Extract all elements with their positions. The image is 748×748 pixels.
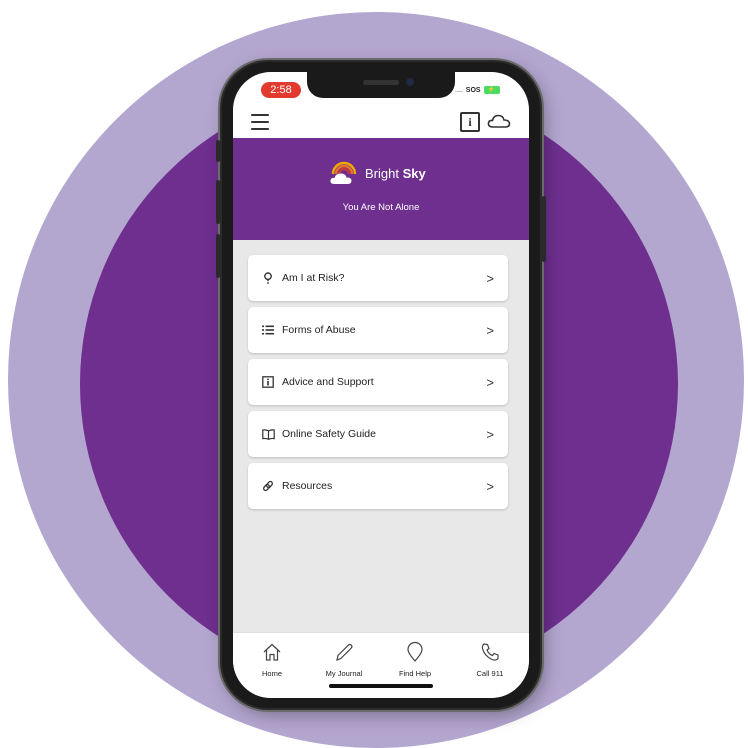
volume-down-button (216, 234, 220, 278)
menu-item-label: Resources (282, 480, 333, 492)
nav-label: Find Help (398, 669, 432, 678)
list-icon (261, 323, 275, 337)
menu-item-advice-and-support[interactable]: Advice and Support > (248, 359, 508, 405)
pencil-icon (309, 641, 379, 665)
brand-logo: Bright Sky (329, 160, 426, 186)
chevron-right-icon: > (486, 478, 494, 494)
signal-dots: .... (455, 86, 463, 94)
nav-my-journal[interactable]: My Journal (309, 641, 379, 678)
brand-name: Bright Sky (365, 165, 426, 181)
main-content: Am I at Risk? > Forms of Abuse > Advice … (233, 240, 529, 632)
menu-item-label: Am I at Risk? (282, 272, 345, 284)
cloud-icon[interactable] (487, 112, 511, 130)
battery-icon: ⚡ (483, 86, 500, 94)
link-icon (261, 479, 275, 493)
hero-banner: Bright Sky You Are Not Alone (233, 138, 529, 240)
home-indicator[interactable] (329, 684, 433, 688)
book-icon (261, 427, 275, 441)
menu-item-online-safety-guide[interactable]: Online Safety Guide > (248, 411, 508, 457)
chevron-right-icon: > (486, 426, 494, 442)
nav-label: My Journal (325, 669, 363, 678)
info-icon[interactable]: i (460, 112, 480, 132)
phone-icon (455, 641, 525, 665)
nav-label: Home (261, 669, 282, 678)
nav-find-help[interactable]: Find Help (380, 641, 450, 678)
chevron-right-icon: > (486, 374, 494, 390)
carrier-label: SOS (465, 86, 481, 94)
camera (406, 78, 414, 86)
menu-item-forms-of-abuse[interactable]: Forms of Abuse > (248, 307, 508, 353)
home-icon (237, 641, 307, 665)
phone-frame: 2:58 .... SOS ⚡ i Bright Sky You Are Not… (216, 62, 546, 708)
menu-item-label: Advice and Support (282, 376, 374, 388)
top-app-bar: i (233, 108, 529, 138)
speaker (363, 80, 399, 85)
map-pin-icon (380, 641, 450, 665)
menu-item-label: Forms of Abuse (282, 324, 356, 336)
chevron-right-icon: > (486, 270, 494, 286)
volume-up-button (216, 180, 220, 224)
tagline: You Are Not Alone (342, 202, 420, 213)
nav-home[interactable]: Home (237, 641, 307, 678)
menu-item-resources[interactable]: Resources > (248, 463, 508, 509)
status-time: 2:58 (261, 82, 301, 98)
power-button (542, 196, 546, 262)
question-icon (261, 271, 275, 285)
phone-screen: 2:58 .... SOS ⚡ i Bright Sky You Are Not… (233, 72, 529, 698)
bottom-nav: Home My Journal Find Help Call 911 (233, 632, 529, 698)
status-indicators: .... SOS ⚡ (455, 86, 500, 94)
menu-item-label: Online Safety Guide (282, 428, 376, 440)
info-icon (261, 375, 275, 389)
menu-item-am-i-at-risk[interactable]: Am I at Risk? > (248, 255, 508, 301)
menu-icon[interactable] (251, 114, 269, 130)
chevron-right-icon: > (486, 322, 494, 338)
nav-label: Call 911 (476, 669, 504, 678)
sun-cloud-icon (330, 161, 357, 184)
mute-switch (216, 140, 220, 162)
nav-call-911[interactable]: Call 911 (455, 641, 525, 678)
notch (307, 72, 455, 98)
